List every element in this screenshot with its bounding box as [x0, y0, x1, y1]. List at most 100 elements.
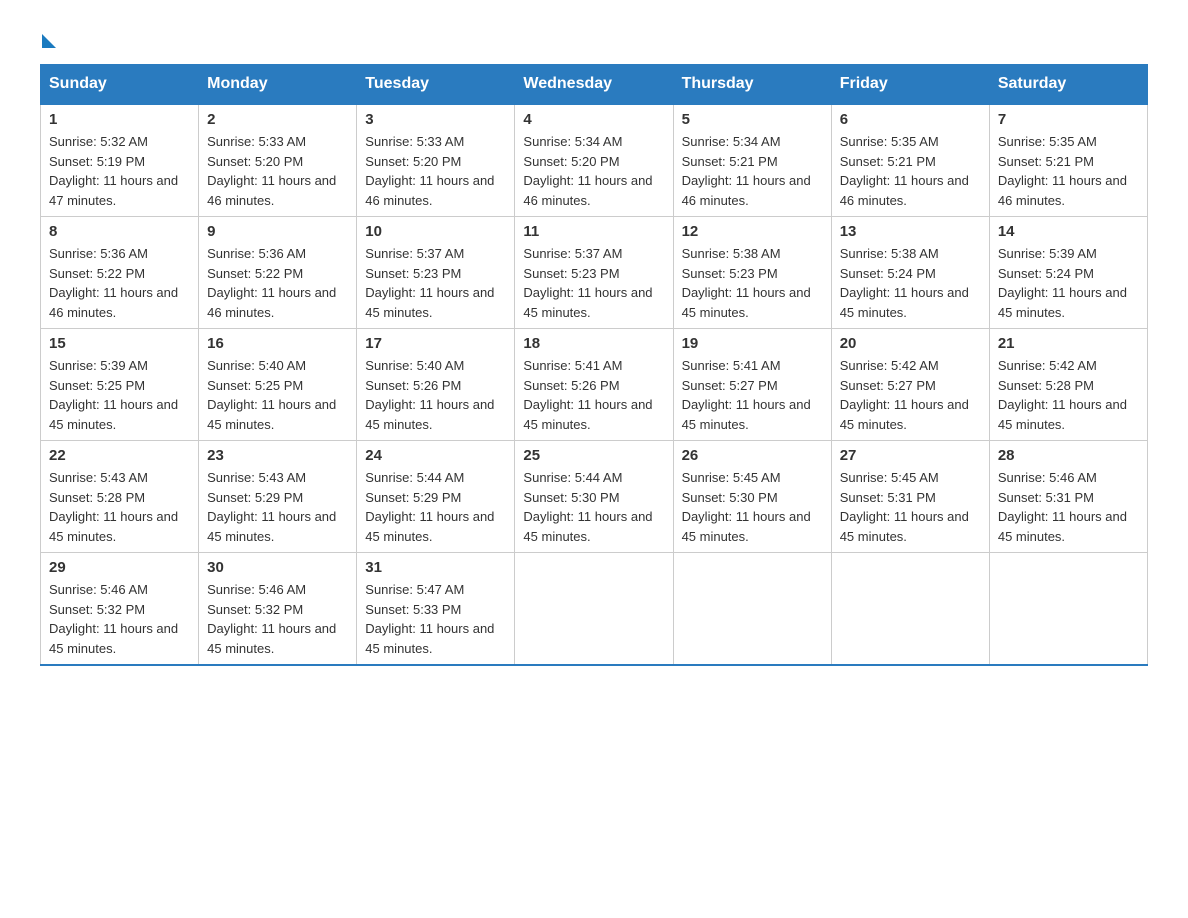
day-info: Sunrise: 5:47 AMSunset: 5:33 PMDaylight:…: [365, 580, 506, 658]
calendar-cell: 19 Sunrise: 5:41 AMSunset: 5:27 PMDaylig…: [673, 329, 831, 441]
calendar-cell: 8 Sunrise: 5:36 AMSunset: 5:22 PMDayligh…: [41, 217, 199, 329]
day-info: Sunrise: 5:43 AMSunset: 5:28 PMDaylight:…: [49, 468, 190, 546]
day-info: Sunrise: 5:39 AMSunset: 5:25 PMDaylight:…: [49, 356, 190, 434]
day-info: Sunrise: 5:35 AMSunset: 5:21 PMDaylight:…: [998, 132, 1139, 210]
day-number: 22: [49, 447, 190, 464]
day-number: 24: [365, 447, 506, 464]
day-number: 27: [840, 447, 981, 464]
day-info: Sunrise: 5:36 AMSunset: 5:22 PMDaylight:…: [207, 244, 348, 322]
day-number: 14: [998, 223, 1139, 240]
day-info: Sunrise: 5:40 AMSunset: 5:25 PMDaylight:…: [207, 356, 348, 434]
calendar-cell: 11 Sunrise: 5:37 AMSunset: 5:23 PMDaylig…: [515, 217, 673, 329]
day-number: 13: [840, 223, 981, 240]
calendar-week-row: 15 Sunrise: 5:39 AMSunset: 5:25 PMDaylig…: [41, 329, 1148, 441]
day-info: Sunrise: 5:43 AMSunset: 5:29 PMDaylight:…: [207, 468, 348, 546]
day-info: Sunrise: 5:44 AMSunset: 5:29 PMDaylight:…: [365, 468, 506, 546]
day-info: Sunrise: 5:46 AMSunset: 5:31 PMDaylight:…: [998, 468, 1139, 546]
page-header: [40, 30, 1148, 44]
day-number: 6: [840, 111, 981, 128]
calendar-cell: 12 Sunrise: 5:38 AMSunset: 5:23 PMDaylig…: [673, 217, 831, 329]
calendar-cell: 4 Sunrise: 5:34 AMSunset: 5:20 PMDayligh…: [515, 104, 673, 217]
day-number: 11: [523, 223, 664, 240]
day-number: 31: [365, 559, 506, 576]
day-number: 20: [840, 335, 981, 352]
day-number: 25: [523, 447, 664, 464]
column-header-wednesday: Wednesday: [515, 65, 673, 105]
calendar-cell: 7 Sunrise: 5:35 AMSunset: 5:21 PMDayligh…: [989, 104, 1147, 217]
day-number: 5: [682, 111, 823, 128]
day-number: 8: [49, 223, 190, 240]
calendar-cell: 27 Sunrise: 5:45 AMSunset: 5:31 PMDaylig…: [831, 441, 989, 553]
day-number: 2: [207, 111, 348, 128]
day-number: 29: [49, 559, 190, 576]
day-number: 3: [365, 111, 506, 128]
day-number: 19: [682, 335, 823, 352]
day-info: Sunrise: 5:33 AMSunset: 5:20 PMDaylight:…: [365, 132, 506, 210]
logo: [40, 30, 56, 44]
calendar-cell: 15 Sunrise: 5:39 AMSunset: 5:25 PMDaylig…: [41, 329, 199, 441]
day-info: Sunrise: 5:45 AMSunset: 5:31 PMDaylight:…: [840, 468, 981, 546]
calendar-cell: 10 Sunrise: 5:37 AMSunset: 5:23 PMDaylig…: [357, 217, 515, 329]
day-info: Sunrise: 5:41 AMSunset: 5:27 PMDaylight:…: [682, 356, 823, 434]
day-number: 28: [998, 447, 1139, 464]
day-number: 15: [49, 335, 190, 352]
column-header-saturday: Saturday: [989, 65, 1147, 105]
day-info: Sunrise: 5:42 AMSunset: 5:28 PMDaylight:…: [998, 356, 1139, 434]
calendar-cell: 9 Sunrise: 5:36 AMSunset: 5:22 PMDayligh…: [199, 217, 357, 329]
calendar-cell: 25 Sunrise: 5:44 AMSunset: 5:30 PMDaylig…: [515, 441, 673, 553]
calendar-table: SundayMondayTuesdayWednesdayThursdayFrid…: [40, 64, 1148, 666]
column-header-tuesday: Tuesday: [357, 65, 515, 105]
calendar-cell: [673, 553, 831, 666]
calendar-cell: 22 Sunrise: 5:43 AMSunset: 5:28 PMDaylig…: [41, 441, 199, 553]
calendar-cell: 23 Sunrise: 5:43 AMSunset: 5:29 PMDaylig…: [199, 441, 357, 553]
day-number: 30: [207, 559, 348, 576]
day-info: Sunrise: 5:39 AMSunset: 5:24 PMDaylight:…: [998, 244, 1139, 322]
day-info: Sunrise: 5:38 AMSunset: 5:23 PMDaylight:…: [682, 244, 823, 322]
calendar-cell: 17 Sunrise: 5:40 AMSunset: 5:26 PMDaylig…: [357, 329, 515, 441]
day-number: 18: [523, 335, 664, 352]
calendar-cell: 24 Sunrise: 5:44 AMSunset: 5:29 PMDaylig…: [357, 441, 515, 553]
column-header-thursday: Thursday: [673, 65, 831, 105]
calendar-cell: 21 Sunrise: 5:42 AMSunset: 5:28 PMDaylig…: [989, 329, 1147, 441]
day-number: 12: [682, 223, 823, 240]
day-info: Sunrise: 5:41 AMSunset: 5:26 PMDaylight:…: [523, 356, 664, 434]
calendar-cell: 13 Sunrise: 5:38 AMSunset: 5:24 PMDaylig…: [831, 217, 989, 329]
column-header-friday: Friday: [831, 65, 989, 105]
day-info: Sunrise: 5:36 AMSunset: 5:22 PMDaylight:…: [49, 244, 190, 322]
calendar-week-row: 29 Sunrise: 5:46 AMSunset: 5:32 PMDaylig…: [41, 553, 1148, 666]
calendar-cell: 2 Sunrise: 5:33 AMSunset: 5:20 PMDayligh…: [199, 104, 357, 217]
calendar-header-row: SundayMondayTuesdayWednesdayThursdayFrid…: [41, 65, 1148, 105]
calendar-cell: 28 Sunrise: 5:46 AMSunset: 5:31 PMDaylig…: [989, 441, 1147, 553]
calendar-cell: 29 Sunrise: 5:46 AMSunset: 5:32 PMDaylig…: [41, 553, 199, 666]
day-number: 7: [998, 111, 1139, 128]
day-number: 4: [523, 111, 664, 128]
day-info: Sunrise: 5:35 AMSunset: 5:21 PMDaylight:…: [840, 132, 981, 210]
day-info: Sunrise: 5:40 AMSunset: 5:26 PMDaylight:…: [365, 356, 506, 434]
calendar-week-row: 8 Sunrise: 5:36 AMSunset: 5:22 PMDayligh…: [41, 217, 1148, 329]
day-number: 21: [998, 335, 1139, 352]
calendar-cell: 3 Sunrise: 5:33 AMSunset: 5:20 PMDayligh…: [357, 104, 515, 217]
column-header-sunday: Sunday: [41, 65, 199, 105]
day-info: Sunrise: 5:44 AMSunset: 5:30 PMDaylight:…: [523, 468, 664, 546]
day-number: 16: [207, 335, 348, 352]
day-info: Sunrise: 5:34 AMSunset: 5:20 PMDaylight:…: [523, 132, 664, 210]
calendar-cell: 1 Sunrise: 5:32 AMSunset: 5:19 PMDayligh…: [41, 104, 199, 217]
day-info: Sunrise: 5:37 AMSunset: 5:23 PMDaylight:…: [365, 244, 506, 322]
day-info: Sunrise: 5:45 AMSunset: 5:30 PMDaylight:…: [682, 468, 823, 546]
day-number: 9: [207, 223, 348, 240]
day-number: 10: [365, 223, 506, 240]
calendar-cell: [831, 553, 989, 666]
day-number: 26: [682, 447, 823, 464]
calendar-cell: 6 Sunrise: 5:35 AMSunset: 5:21 PMDayligh…: [831, 104, 989, 217]
day-info: Sunrise: 5:37 AMSunset: 5:23 PMDaylight:…: [523, 244, 664, 322]
day-number: 23: [207, 447, 348, 464]
calendar-cell: 31 Sunrise: 5:47 AMSunset: 5:33 PMDaylig…: [357, 553, 515, 666]
calendar-cell: 20 Sunrise: 5:42 AMSunset: 5:27 PMDaylig…: [831, 329, 989, 441]
calendar-cell: [515, 553, 673, 666]
calendar-cell: 30 Sunrise: 5:46 AMSunset: 5:32 PMDaylig…: [199, 553, 357, 666]
day-info: Sunrise: 5:34 AMSunset: 5:21 PMDaylight:…: [682, 132, 823, 210]
day-info: Sunrise: 5:32 AMSunset: 5:19 PMDaylight:…: [49, 132, 190, 210]
calendar-cell: 5 Sunrise: 5:34 AMSunset: 5:21 PMDayligh…: [673, 104, 831, 217]
day-info: Sunrise: 5:33 AMSunset: 5:20 PMDaylight:…: [207, 132, 348, 210]
logo-arrow-icon: [42, 34, 56, 48]
